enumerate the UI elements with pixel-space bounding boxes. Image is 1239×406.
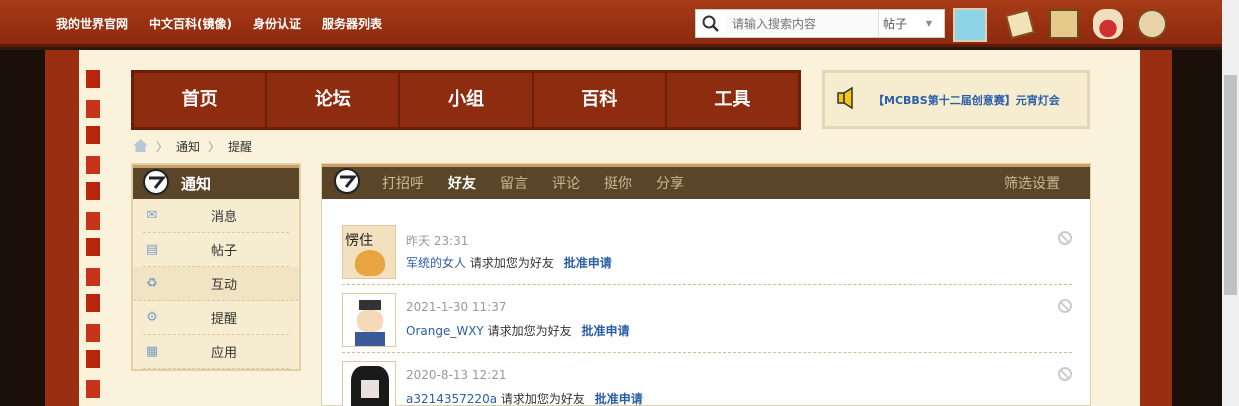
notice-emblem-icon — [141, 168, 171, 200]
menu-item-messages[interactable]: ✉ 消息 — [143, 199, 289, 233]
menu-item-label: 互动 — [211, 278, 238, 293]
notice-time: 2021-1-30 11:37 — [406, 300, 507, 314]
nav-tools[interactable]: 工具 — [667, 73, 798, 127]
notice-action: 请求加您为好友 — [500, 392, 585, 406]
topnav-link-verify[interactable]: 身份认证 — [253, 15, 301, 32]
recycle-icon: ♻ — [146, 276, 158, 291]
search-input[interactable] — [726, 13, 878, 34]
user-link[interactable]: Orange_WXY — [406, 324, 484, 338]
tab-support[interactable]: 挺你 — [604, 173, 632, 193]
notice-time: 昨天 23:31 — [406, 234, 469, 248]
left-background — [0, 50, 45, 406]
book-spine — [86, 70, 100, 406]
breadcrumb-separator: 〉 — [208, 140, 221, 154]
left-menu-header: 通知 — [133, 165, 299, 199]
list-item: 2020-8-13 12:21 a3214357220a 请求加您为好友 批准申… — [342, 353, 1072, 406]
document-icon: ▤ — [145, 242, 159, 257]
message-icon[interactable] — [1005, 9, 1035, 39]
box-icon[interactable] — [1049, 9, 1079, 39]
tab-greet[interactable]: 打招呼 — [382, 173, 424, 193]
avatar-text: 愣住 — [345, 233, 373, 249]
search-type-select[interactable]: 帖子 ▼ — [878, 10, 940, 37]
avatar[interactable]: 愣住 — [342, 225, 396, 279]
menu-item-apps[interactable]: ▦ 应用 — [143, 335, 289, 369]
user-link[interactable]: a3214357220a — [406, 392, 497, 406]
left-menu-title: 通知 — [181, 175, 212, 193]
envelope-icon: ✉ — [146, 208, 158, 223]
menu-item-interaction[interactable]: ♻ 互动 — [133, 267, 299, 301]
left-menu: 通知 ✉ 消息 ▤ 帖子 ♻ 互动 ⚙ 提醒 ▦ 应用 — [131, 163, 301, 371]
scrollbar-thumb[interactable] — [1224, 75, 1237, 295]
approve-link[interactable]: 批准申请 — [581, 324, 629, 338]
notice-time: 2020-8-13 12:21 — [406, 368, 507, 382]
top-bar: 我的世界官网 中文百科(镜像) 身份认证 服务器列表 帖子 ▼ — [0, 0, 1222, 47]
left-border — [45, 50, 79, 406]
avatar[interactable] — [342, 293, 396, 347]
nav-wiki[interactable]: 百科 — [534, 73, 667, 127]
speaker-icon — [835, 86, 861, 114]
toolbar-icons — [1005, 9, 1167, 39]
tab-comments[interactable]: 评论 — [552, 173, 580, 193]
home-icon[interactable] — [133, 138, 148, 155]
notice-text: Orange_WXY 请求加您为好友 批准申请 — [406, 322, 629, 339]
main-nav: 首页 论坛 小组 百科 工具 — [131, 70, 801, 130]
notice-text: a3214357220a 请求加您为好友 批准申请 — [406, 390, 643, 406]
breadcrumb-remind[interactable]: 提醒 — [228, 138, 252, 155]
topnav-link-servers[interactable]: 服务器列表 — [322, 15, 382, 32]
ignore-icon[interactable] — [1058, 299, 1072, 313]
list-item: 愣住 昨天 23:31 军统的女人 请求加您为好友 批准申请 — [342, 217, 1072, 285]
search-type-label: 帖子 — [883, 17, 908, 31]
announcement-link[interactable]: 【MCBBS第十二届创意赛】元宵灯会 — [873, 92, 1060, 108]
approve-link[interactable]: 批准申请 — [564, 256, 612, 270]
breadcrumb-separator: 〉 — [156, 140, 169, 154]
right-background — [1140, 50, 1222, 406]
search-icon[interactable] — [696, 10, 726, 37]
notice-panel: 打招呼 好友 留言 评论 挺你 分享 筛选设置 愣住 昨天 23:31 军统的女… — [321, 163, 1091, 406]
chevron-down-icon: ▼ — [925, 19, 932, 28]
menu-item-label: 消息 — [211, 210, 238, 225]
notice-action: 请求加您为好友 — [469, 256, 554, 270]
notice-tabs: 打招呼 好友 留言 评论 挺你 分享 筛选设置 — [322, 164, 1090, 199]
topnav-link-official[interactable]: 我的世界官网 — [56, 15, 128, 32]
breadcrumb-notice[interactable]: 通知 — [176, 138, 200, 155]
menu-item-reminders[interactable]: ⚙ 提醒 — [143, 301, 289, 335]
ignore-icon[interactable] — [1058, 367, 1072, 381]
notice-action: 请求加您为好友 — [487, 324, 572, 338]
topnav-link-wiki[interactable]: 中文百科(镜像) — [149, 15, 232, 32]
scrollbar[interactable] — [1222, 0, 1239, 406]
menu-item-posts[interactable]: ▤ 帖子 — [143, 233, 289, 267]
user-avatar[interactable] — [953, 8, 987, 42]
filter-settings-link[interactable]: 筛选设置 — [1004, 173, 1060, 193]
potion-icon[interactable] — [1093, 9, 1123, 39]
tab-messages[interactable]: 留言 — [500, 173, 528, 193]
approve-link[interactable]: 批准申请 — [595, 392, 643, 406]
palette-icon[interactable] — [1137, 9, 1167, 39]
top-nav: 我的世界官网 中文百科(镜像) 身份认证 服务器列表 — [56, 0, 382, 47]
grid-icon: ▦ — [145, 344, 159, 359]
announcement-box: 【MCBBS第十二届创意赛】元宵灯会 — [822, 70, 1090, 129]
tab-friends[interactable]: 好友 — [448, 173, 476, 193]
tab-share[interactable]: 分享 — [656, 173, 684, 193]
search-box: 帖子 ▼ — [695, 9, 945, 38]
notice-emblem-icon — [332, 167, 362, 199]
avatar[interactable] — [342, 361, 396, 406]
menu-item-label: 应用 — [211, 346, 238, 361]
notice-text: 军统的女人 请求加您为好友 批准申请 — [406, 254, 612, 271]
menu-item-label: 提醒 — [211, 312, 238, 327]
ignore-icon[interactable] — [1058, 231, 1072, 245]
nav-group[interactable]: 小组 — [400, 73, 534, 127]
list-item: 2021-1-30 11:37 Orange_WXY 请求加您为好友 批准申请 — [342, 285, 1072, 353]
menu-item-label: 帖子 — [211, 244, 238, 259]
nav-home[interactable]: 首页 — [134, 73, 268, 127]
nav-forum[interactable]: 论坛 — [267, 73, 401, 127]
breadcrumb: 〉 通知 〉 提醒 — [133, 138, 252, 155]
user-link[interactable]: 军统的女人 — [406, 256, 466, 270]
gear-icon: ⚙ — [146, 310, 158, 325]
